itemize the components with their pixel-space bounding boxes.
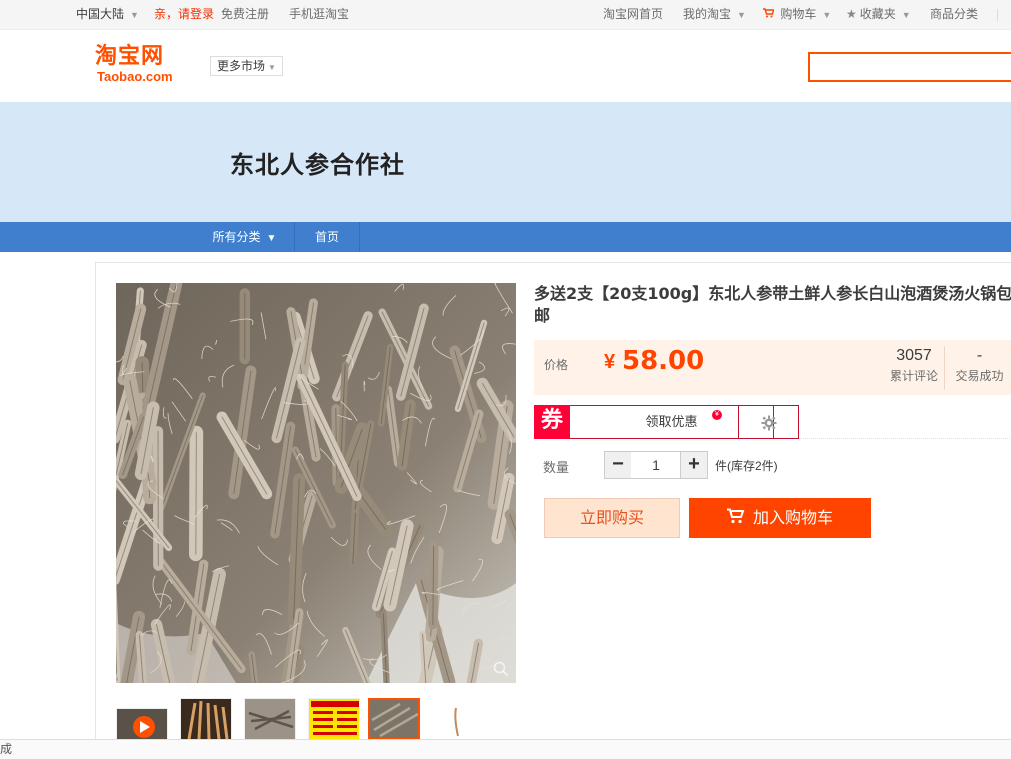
all-categories-label: 所有分类 [212, 230, 261, 244]
stock-text: 件(库存2件) [715, 459, 778, 473]
more-market-dropdown[interactable]: 更多市场 ▼ [210, 56, 283, 76]
favorites-menu[interactable]: ★ 收藏夹 ▼ [846, 0, 911, 30]
logo-text-en: Taobao.com [97, 69, 173, 84]
thumbnail-image[interactable] [180, 698, 232, 740]
logo-text-cn: 淘宝网 [95, 44, 165, 69]
site-header: 淘宝网 Taobao.com 更多市场 ▼ [0, 31, 1011, 102]
get-coupon-label: 领取优惠 [645, 414, 698, 429]
taobao-logo[interactable]: 淘宝网 Taobao.com [95, 44, 195, 88]
all-categories-menu[interactable]: 所有分类 ▼ [195, 222, 295, 252]
my-taobao-label: 我的淘宝 [683, 7, 732, 21]
yen-badge-icon: ¥ [712, 410, 722, 420]
mobile-taobao-link[interactable]: 手机逛淘宝 [289, 0, 349, 30]
deals-stat: - 交易成功 [944, 346, 1011, 390]
cart-icon [726, 499, 745, 539]
cart-menu[interactable]: 购物车 ▼ [763, 0, 831, 30]
gear-icon[interactable] [738, 405, 799, 439]
shop-home-link[interactable]: 首页 [295, 222, 360, 252]
shop-banner: 东北人参合作社 [0, 102, 1011, 222]
thumbnail-image-selected[interactable] [368, 698, 420, 740]
quantity-input[interactable] [631, 451, 681, 479]
categories-link[interactable]: 商品分类 [930, 0, 978, 30]
thumbnail-image[interactable] [308, 698, 360, 740]
add-to-cart-button[interactable]: 加入购物车 [689, 498, 871, 538]
browser-status-bar: 成 [0, 739, 1011, 759]
deals-label: 交易成功 [955, 369, 1004, 383]
chevron-down-icon: ▼ [130, 10, 139, 20]
taobao-home-link[interactable]: 淘宝网首页 [603, 0, 663, 30]
price-value: 58.00 [622, 346, 705, 376]
deals-count: - [976, 347, 983, 364]
more-market-label: 更多市场 [217, 59, 266, 73]
quantity-decrease-button[interactable]: − [604, 451, 632, 479]
coupon-tag: 券 [534, 405, 570, 439]
product-main-image[interactable] [116, 283, 516, 683]
star-icon: ★ [846, 7, 857, 21]
add-to-cart-label: 加入购物车 [752, 508, 833, 527]
chevron-down-icon: ▼ [737, 10, 746, 20]
ginseng-root-shade [195, 432, 197, 555]
price-currency: ¥ [604, 351, 616, 373]
divider [997, 9, 998, 21]
thumbnail-image[interactable] [244, 698, 296, 740]
region-selector[interactable]: 中国大陆 ▼ [76, 0, 139, 30]
reviews-stat[interactable]: 3057 累计评论 [879, 346, 949, 386]
product-title: 多送2支【20支100g】东北人参带土鲜人参长白山泡酒煲汤火锅包邮 [534, 284, 1011, 325]
cart-icon [763, 7, 777, 21]
thumbnail-image[interactable] [434, 698, 486, 740]
triangle-down-icon: ▼ [266, 233, 277, 244]
my-taobao-menu[interactable]: 我的淘宝 ▼ [683, 0, 746, 30]
chevron-down-icon: ▼ [901, 10, 911, 20]
quantity-label: 数量 [543, 460, 570, 475]
favorites-label: 收藏夹 [859, 7, 896, 21]
site-nav-bar: 中国大陆 ▼ 亲，请登录 免费注册 手机逛淘宝 淘宝网首页 我的淘宝 ▼ 购物车 ▼ … [0, 0, 1011, 30]
reviews-label: 累计评论 [889, 369, 938, 383]
reviews-count: 3057 [896, 347, 932, 364]
price-label: 价格 [544, 358, 569, 372]
chevron-down-icon: ▼ [822, 10, 832, 20]
register-link[interactable]: 免费注册 [221, 0, 269, 30]
login-link[interactable]: 亲，请登录 [154, 0, 214, 30]
coupon-row: 券 领取优惠 ¥ [534, 405, 1011, 439]
zoom-icon[interactable] [493, 661, 509, 677]
quantity-increase-button[interactable]: + [680, 451, 708, 479]
search-input[interactable] [808, 52, 1011, 82]
price-panel: 价格 ¥ 58.00 3057 累计评论 - 交易成功 [534, 340, 1011, 395]
buy-now-button[interactable]: 立即购买 [544, 498, 680, 538]
shop-nav: 所有分类 ▼ 首页 [0, 222, 1011, 252]
shop-name[interactable]: 东北人参合作社 [230, 145, 405, 180]
chevron-down-icon: ▼ [268, 63, 276, 72]
cart-label: 购物车 [780, 7, 817, 21]
region-label: 中国大陆 [76, 7, 125, 21]
